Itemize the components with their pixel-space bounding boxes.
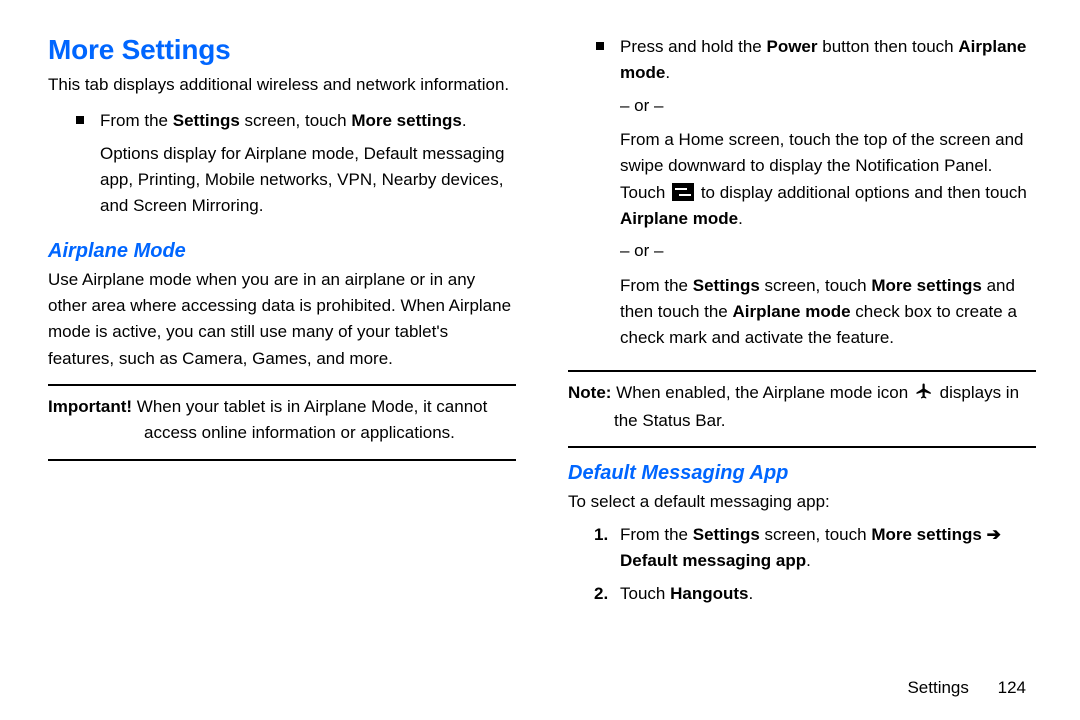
bullet-main-line: From the Settings screen, touch More set… xyxy=(100,108,516,134)
quick-settings-icon xyxy=(672,183,694,201)
notification-panel-text: From a Home screen, touch the top of the… xyxy=(620,127,1036,232)
step-1: 1. From the Settings screen, touch More … xyxy=(594,522,1036,575)
divider xyxy=(568,370,1036,372)
divider xyxy=(568,446,1036,448)
airplane-mode-description: Use Airplane mode when you are in an air… xyxy=(48,267,516,372)
step-2: 2. Touch Hangouts. xyxy=(594,581,1036,607)
note-text-b: displays in xyxy=(935,383,1019,402)
step-number: 2. xyxy=(594,581,620,607)
bullet-sub-line: Options display for Airplane mode, Defau… xyxy=(100,141,516,220)
important-text-line1: When your tablet is in Airplane Mode, it… xyxy=(132,397,487,416)
note-text-a: When enabled, the Airplane mode icon xyxy=(611,383,912,402)
steps-list: 1. From the Settings screen, touch More … xyxy=(594,522,1036,607)
heading-more-settings: More Settings xyxy=(48,34,516,66)
note-label: Note: xyxy=(568,383,611,402)
dma-intro: To select a default messaging app: xyxy=(568,489,1036,515)
footer-section: Settings xyxy=(907,678,968,697)
instruction-bullet: From the Settings screen, touch More set… xyxy=(76,108,516,225)
settings-checkbox-text: From the Settings screen, touch More set… xyxy=(620,273,1036,352)
or-separator: – or – xyxy=(620,238,1036,264)
manual-page: More Settings This tab displays addition… xyxy=(0,0,1080,720)
instruction-bullet: Press and hold the Power button then tou… xyxy=(596,34,1036,358)
divider xyxy=(48,459,516,461)
square-bullet-icon xyxy=(596,42,604,50)
divider xyxy=(48,384,516,386)
press-hold-power-text: Press and hold the Power button then tou… xyxy=(620,34,1036,87)
heading-default-messaging-app: Default Messaging App xyxy=(568,462,1036,485)
airplane-note: Note: When enabled, the Airplane mode ic… xyxy=(568,380,1036,435)
heading-airplane-mode: Airplane Mode xyxy=(48,240,516,263)
airplane-icon xyxy=(915,382,933,408)
square-bullet-icon xyxy=(76,116,84,124)
important-text-line2: access online information or application… xyxy=(144,420,516,446)
step-2-text: Touch Hangouts. xyxy=(620,581,1036,607)
intro-text: This tab displays additional wireless an… xyxy=(48,72,516,98)
important-label: Important! xyxy=(48,397,132,416)
step-1-text: From the Settings screen, touch More set… xyxy=(620,522,1036,575)
important-note: Important! When your tablet is in Airpla… xyxy=(48,394,516,447)
note-text-c: the Status Bar. xyxy=(614,408,1036,434)
page-number: 124 xyxy=(998,678,1026,697)
right-column: Press and hold the Power button then tou… xyxy=(542,34,1036,700)
left-column: More Settings This tab displays addition… xyxy=(48,34,542,700)
step-number: 1. xyxy=(594,522,620,575)
page-footer: Settings 124 xyxy=(907,678,1026,698)
or-separator: – or – xyxy=(620,93,1036,119)
